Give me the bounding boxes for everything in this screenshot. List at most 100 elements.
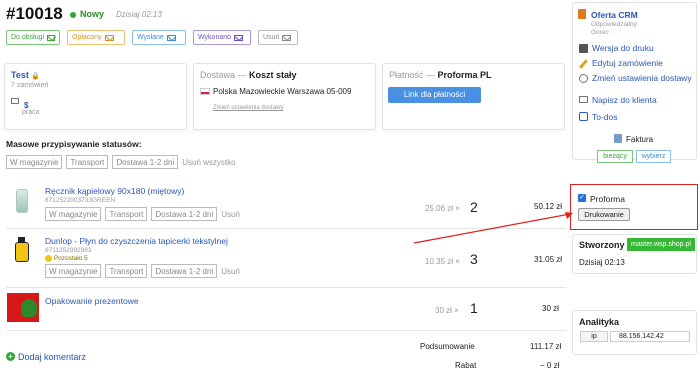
product-image-towel [16,189,28,213]
tag-w-magazynie[interactable]: W magazynie [45,207,102,221]
proforma-highlight-box [570,184,698,230]
analytics-title: Analityka [579,317,620,327]
product-image-gift-wrap [7,293,39,322]
mail-icon [104,35,114,41]
discount-value: − 0 zł [540,361,560,370]
item-total: 30 zł [542,304,559,313]
pencil-icon [579,59,588,69]
item-unit-price: 30 zł × [435,306,459,315]
edit-order-link[interactable]: Edytuj zamówienie [592,58,663,68]
ip-value: 88.156.142.42 [610,331,690,342]
status-button-wyslane[interactable]: Wysłane [132,30,186,45]
crm-title[interactable]: Oferta CRM [591,10,638,20]
status-button-usun[interactable]: Usuń [258,30,298,45]
status-button-label: Do obsługi [11,34,45,41]
tag-dostawa[interactable]: Dostawa 1-2 dni [151,264,218,278]
proforma-label: Proforma [590,194,625,204]
customer-orders: 7 zamówień [11,82,49,89]
crm-logo-icon [578,9,586,19]
created-source-badge: master.wsp.shop.pl [627,238,695,251]
lock-icon: 🔒 [31,73,41,80]
order-status: Nowy [80,9,105,19]
item-sku: 8712522003733GREEN [45,197,116,204]
mass-status-tags: W magazynie Transport Dostawa 1-2 dni Usuń … [6,155,236,169]
delivery-title-prefix: Dostawa — [200,70,250,80]
invoice-icon [614,134,622,143]
item-stock: Pozostało 5 [53,255,88,263]
payment-link-button[interactable]: Link dla płatności [388,87,481,103]
ip-label: ip [580,331,608,342]
invoice-title: Faktura [626,135,654,144]
write-to-customer-link[interactable]: Napisz do klienta [592,95,657,105]
payment-card: Płatność — Proforma PL Link dla płatnośc… [382,63,565,130]
change-delivery-link[interactable]: Zmień ustawienia dostawy [213,105,283,111]
mail-icon [47,35,55,41]
status-button-oplacony[interactable]: Opłacony [67,30,125,45]
smile-icon [45,255,52,262]
item-quantity[interactable]: 1 [470,300,478,316]
item-name[interactable]: Ręcznik kąpielowy 90x180 (miętowy) [45,186,184,196]
divider [6,287,566,288]
tag-w-magazynie[interactable]: W magazynie [45,264,102,278]
subtotal-label: Podsumowanie [420,342,475,351]
message-icon [11,98,19,104]
print-button[interactable]: Drukowanie [578,208,630,221]
created-date: Dzisiaj 02:13 [579,258,625,267]
tag-dostawa[interactable]: Dostawa 1-2 dni [151,207,218,221]
printer-icon [579,44,588,53]
customer-card: Test 🔒 7 zamówień $ praca [4,63,187,130]
responsible-name: Gorec [591,29,609,36]
mail-icon [166,35,176,41]
tag-dostawa[interactable]: Dostawa 1-2 dni [112,155,179,169]
product-image-dunlop [15,237,29,262]
payment-title-prefix: Płatność — [389,70,438,80]
add-icon[interactable]: + [6,352,15,361]
mail-icon [234,35,244,41]
status-button-label: Wykonano [198,34,232,41]
annotation-arrow-icon [413,212,573,244]
remove-all-link[interactable]: Usuń wszystko [182,158,235,167]
status-button-label: Usuń [263,34,280,41]
mass-status-label: Masowe przypisywanie statusów: [6,139,142,149]
item-tags: W magazynie Transport Dostawa 1-2 dni Usuń [45,207,240,221]
print-version-link[interactable]: Wersja do druku [592,43,654,53]
payment-method: Proforma PL [437,70,492,80]
item-remove-link[interactable]: Usuń [221,267,240,276]
proforma-checkbox[interactable]: ✓ [578,194,586,202]
item-name[interactable]: Opakowanie prezentowe [45,296,139,306]
subtotal-value: 111.17 zł [530,342,562,351]
order-number: #10018 [6,4,63,23]
tag-w-magazynie[interactable]: W magazynie [6,155,63,169]
status-dot-icon [70,12,76,18]
discount-label: Rabat [455,361,477,370]
clock-icon [579,74,588,83]
item-name[interactable]: Dunlop - Płyn do czyszczenia tapicerki t… [45,236,228,246]
divider [6,330,566,331]
status-button-wykonano[interactable]: Wykonano [193,30,251,45]
invoice-current-button[interactable]: bieżący [597,150,633,163]
status-button-label: Wysłane [137,34,164,41]
customer-name[interactable]: Test [11,70,29,80]
add-comment-link[interactable]: Dodaj komentarz [18,352,86,362]
created-title: Stworzony [579,240,625,250]
delivery-method: Koszt stały [249,70,297,80]
delivery-address: Polska Mazowieckie Warszawa 05-009 [213,87,352,96]
order-date: Dzisiaj 02:13 [116,10,162,19]
item-sku: 8711252992983 [45,247,92,254]
todos-link[interactable]: To-dos [592,112,618,122]
tag-transport[interactable]: Transport [105,207,148,221]
status-button-label: Opłacony [72,34,102,41]
customer-note: praca [22,109,40,116]
mail-icon [282,35,292,41]
poland-flag-icon [200,88,210,95]
change-delivery-settings-link[interactable]: Zmień ustawienia dostawy [592,73,692,83]
item-remove-link[interactable]: Usuń [221,210,240,219]
item-tags: W magazynie Transport Dostawa 1-2 dni Usuń [45,264,240,278]
invoice-choose-button[interactable]: wybierz [636,150,671,163]
envelope-icon [579,96,588,103]
tag-transport[interactable]: Transport [66,155,109,169]
todo-icon [579,112,588,121]
responsible-label: Odpowiedzialny: [591,21,639,28]
status-button-do-obslugi[interactable]: Do obsługi [6,30,60,45]
tag-transport[interactable]: Transport [105,264,148,278]
